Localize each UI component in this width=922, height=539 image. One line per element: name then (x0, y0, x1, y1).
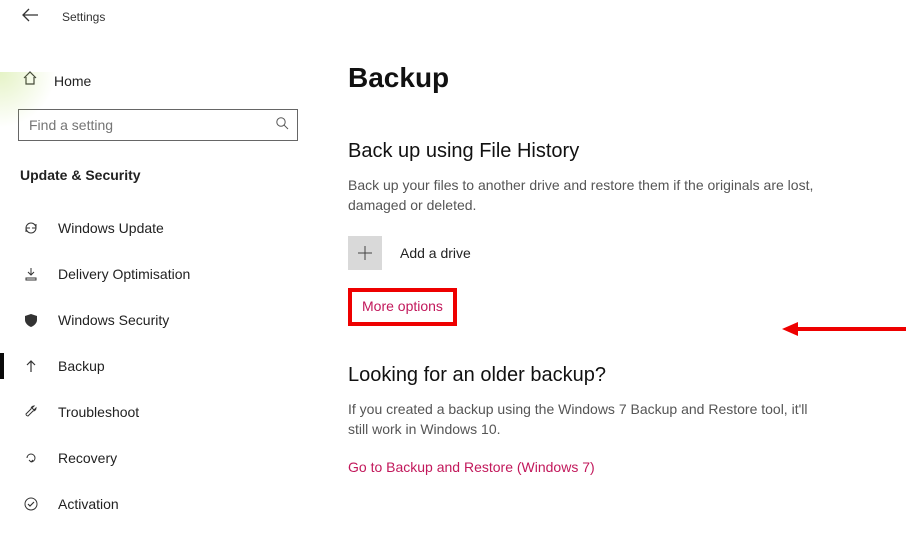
home-button[interactable]: Home (18, 64, 320, 109)
more-options-link[interactable]: More options (362, 298, 443, 314)
sidebar-item-windows-update[interactable]: Windows Update (18, 205, 320, 251)
sidebar-item-label: Troubleshoot (58, 404, 139, 420)
back-arrow-icon[interactable] (22, 8, 38, 27)
category-header: Update & Security (18, 167, 320, 183)
main-pane: Backup Back up using File History Back u… (320, 34, 922, 539)
sidebar-item-label: Activation (58, 496, 119, 512)
sidebar-item-label: Windows Security (58, 312, 169, 328)
wrench-icon (22, 404, 40, 420)
add-drive-button[interactable]: Add a drive (348, 236, 884, 270)
backup-restore-link[interactable]: Go to Backup and Restore (Windows 7) (348, 459, 595, 475)
older-backup-title: Looking for an older backup? (348, 364, 884, 387)
plus-icon (348, 236, 382, 270)
sidebar-item-troubleshoot[interactable]: Troubleshoot (18, 389, 320, 435)
title-bar: Settings (0, 0, 922, 34)
sidebar-item-label: Recovery (58, 450, 117, 466)
highlight-box: More options (348, 288, 457, 326)
home-label: Home (54, 73, 91, 89)
sidebar-item-backup[interactable]: Backup (18, 343, 320, 389)
search-input[interactable] (18, 109, 298, 141)
add-drive-label: Add a drive (400, 245, 471, 261)
page-title: Backup (348, 62, 884, 94)
sidebar: Home Update & Security Windows Update De… (0, 34, 320, 539)
sidebar-item-recovery[interactable]: Recovery (18, 435, 320, 481)
sidebar-item-label: Delivery Optimisation (58, 266, 190, 282)
backup-arrow-icon (22, 358, 40, 374)
window-title: Settings (62, 10, 105, 24)
sidebar-item-delivery-optimisation[interactable]: Delivery Optimisation (18, 251, 320, 297)
sidebar-item-windows-security[interactable]: Windows Security (18, 297, 320, 343)
sidebar-item-label: Windows Update (58, 220, 164, 236)
home-icon (22, 70, 38, 91)
sidebar-item-activation[interactable]: Activation (18, 481, 320, 527)
annotation-arrow-icon (780, 319, 910, 344)
recovery-icon (22, 450, 40, 466)
check-circle-icon (22, 496, 40, 512)
older-backup-description: If you created a backup using the Window… (348, 399, 818, 440)
shield-icon (22, 312, 40, 328)
search-field[interactable] (19, 117, 267, 133)
sidebar-item-label: Backup (58, 358, 105, 374)
download-icon (22, 266, 40, 282)
search-icon (267, 116, 297, 135)
file-history-description: Back up your files to another drive and … (348, 175, 818, 216)
file-history-title: Back up using File History (348, 140, 884, 163)
sync-icon (22, 220, 40, 236)
